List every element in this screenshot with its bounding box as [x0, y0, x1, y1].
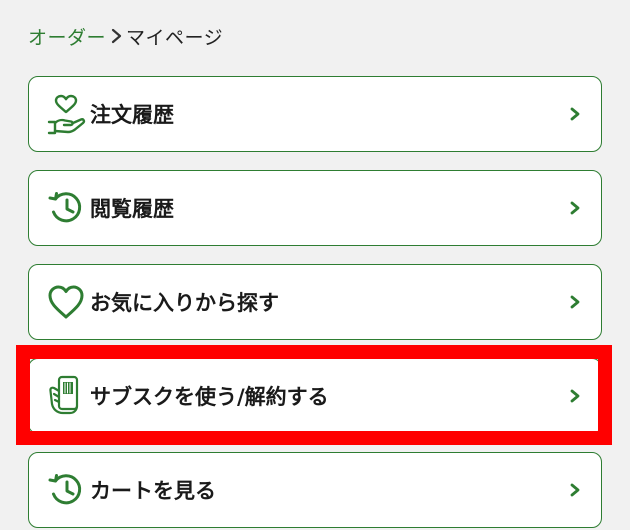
menu-item-label: 閲覧履歴	[90, 197, 174, 221]
menu-item-order-history[interactable]: 注文履歴	[28, 76, 602, 152]
chevron-right-icon	[570, 107, 580, 121]
heart-icon	[44, 280, 88, 324]
menu-item-favorites[interactable]: お気に入りから探す	[28, 264, 602, 340]
menu-item-label: お気に入りから探す	[90, 291, 279, 315]
chevron-right-icon	[570, 389, 580, 403]
chevron-right-icon	[570, 483, 580, 497]
menu-item-label: サブスクを使う/解約する	[90, 385, 329, 409]
menu-item-subscription[interactable]: サブスクを使う/解約する	[28, 358, 602, 434]
chevron-right-icon	[111, 28, 122, 44]
history-icon	[44, 186, 88, 230]
history-icon	[44, 468, 88, 512]
phone-in-hand-icon	[44, 374, 88, 418]
menu-item-cart[interactable]: カートを見る	[28, 452, 602, 528]
breadcrumb: オーダー マイページ	[28, 22, 223, 50]
chevron-right-icon	[570, 295, 580, 309]
breadcrumb-link-order[interactable]: オーダー	[28, 23, 106, 50]
breadcrumb-current: マイページ	[126, 26, 224, 49]
menu-item-label: 注文履歴	[90, 103, 174, 127]
menu-item-browsing-history[interactable]: 閲覧履歴	[28, 170, 602, 246]
menu-item-label: カートを見る	[90, 479, 216, 503]
chevron-right-icon	[570, 201, 580, 215]
hand-heart-icon	[44, 92, 88, 136]
